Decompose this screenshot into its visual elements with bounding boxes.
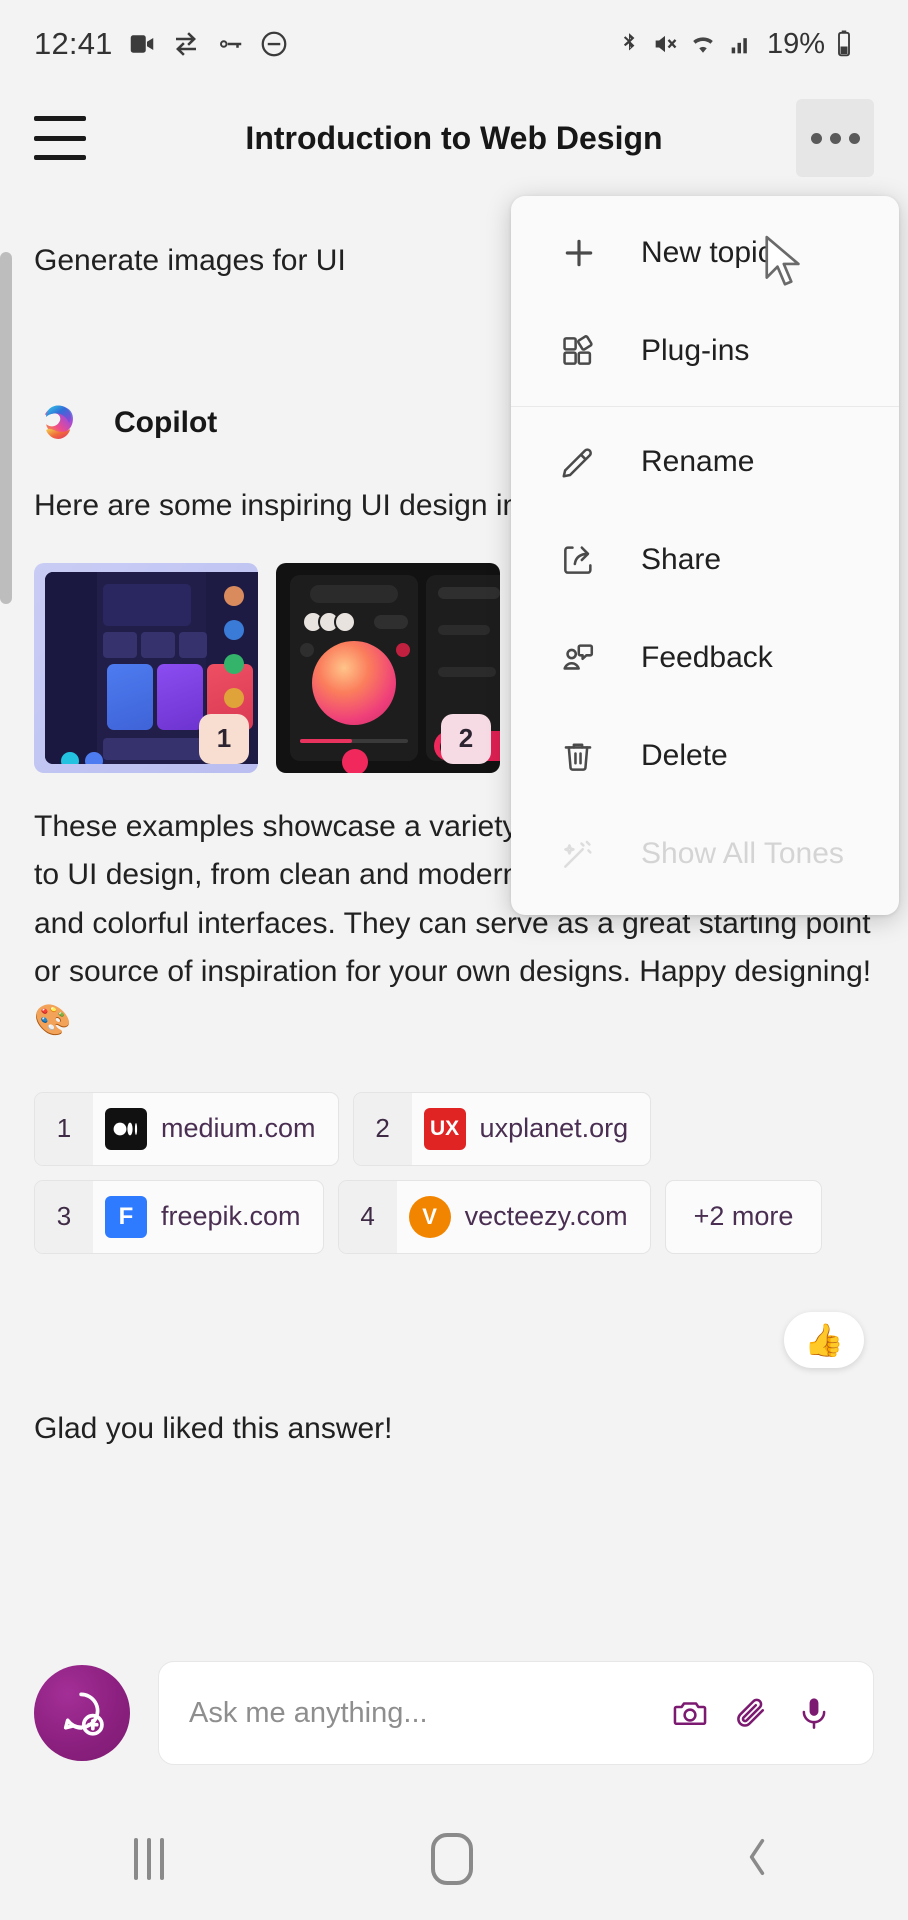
magic-wand-icon	[559, 835, 619, 873]
medium-logo-icon	[105, 1107, 147, 1150]
do-not-disturb-icon	[259, 29, 289, 59]
menu-item-show-all-tones: Show All Tones	[511, 805, 899, 903]
microphone-icon[interactable]	[783, 1694, 845, 1732]
uxplanet-logo-icon: UX	[423, 1107, 466, 1150]
menu-item-plugins[interactable]: Plug-ins	[511, 302, 899, 400]
menu-item-label: Plug-ins	[641, 334, 750, 367]
android-nav-bar	[0, 1798, 908, 1920]
trash-icon	[559, 737, 619, 775]
menu-item-share[interactable]: Share	[511, 511, 899, 609]
home-icon[interactable]	[430, 1833, 473, 1885]
reaction-row: 👍	[0, 1254, 908, 1368]
generated-image-1[interactable]: 1	[34, 562, 258, 773]
freepik-logo-icon: F	[105, 1195, 147, 1238]
pencil-icon	[559, 443, 619, 481]
citation-chip[interactable]: 1 medium.com	[34, 1091, 339, 1166]
menu-item-label: Feedback	[641, 641, 773, 674]
plus-icon	[559, 233, 619, 273]
battery-icon	[834, 29, 854, 59]
composer-bar: Ask me anything...	[0, 1628, 908, 1798]
more-options-icon[interactable]	[796, 99, 874, 177]
thumbs-up-reaction[interactable]: 👍	[784, 1311, 864, 1368]
menu-item-rename[interactable]: Rename	[511, 413, 899, 511]
citations-list: 1 medium.com 2 UX uxplanet.org 3 F freep…	[0, 1046, 908, 1254]
paperclip-icon[interactable]	[721, 1694, 783, 1732]
menu-item-label: Rename	[641, 445, 755, 478]
wifi-icon	[688, 30, 718, 58]
citation-index: 4	[338, 1180, 397, 1253]
message-input-bar[interactable]: Ask me anything...	[158, 1661, 874, 1765]
status-bar-right: 19%	[616, 28, 854, 61]
sync-icon	[171, 29, 201, 59]
share-icon	[559, 541, 619, 579]
citation-index: 1	[35, 1092, 93, 1165]
feedback-icon	[559, 639, 619, 677]
volume-muted-icon	[651, 30, 679, 58]
recents-icon[interactable]	[133, 1838, 164, 1880]
status-bar-left: 12:41	[34, 26, 289, 62]
citations-more-button[interactable]: +2 more	[664, 1179, 823, 1254]
image-badge: 1	[199, 713, 249, 764]
app-bar: Introduction to Web Design	[0, 88, 908, 188]
plugins-icon	[559, 332, 619, 370]
phone-screen: 12:41 19% Introduction to Web Design Gen…	[0, 0, 908, 1920]
generated-image-2[interactable]: 2	[276, 562, 500, 773]
menu-item-label: Show All Tones	[641, 837, 844, 870]
citation-domain: freepik.com	[161, 1201, 301, 1232]
overflow-menu: New topic Plug-ins Rename Share Feedback…	[511, 196, 899, 915]
citation-domain: uxplanet.org	[479, 1113, 629, 1144]
video-camera-icon	[127, 29, 157, 59]
citation-domain: medium.com	[161, 1113, 316, 1144]
followup-message: Glad you liked this answer!	[34, 1411, 393, 1445]
citation-index: 3	[35, 1180, 93, 1253]
citation-index: 2	[353, 1092, 412, 1165]
citation-chip[interactable]: 3 F freepik.com	[34, 1179, 324, 1254]
bluetooth-icon	[616, 30, 642, 58]
battery-percent-label: 19%	[766, 27, 825, 60]
citation-chip[interactable]: 2 UX uxplanet.org	[352, 1091, 652, 1166]
cellular-signal-icon	[727, 30, 755, 58]
image-badge: 2	[441, 713, 491, 764]
hamburger-icon[interactable]	[34, 116, 86, 160]
menu-item-label: Delete	[641, 739, 728, 772]
vpn-key-icon	[215, 29, 245, 59]
search-input[interactable]: Ask me anything...	[189, 1697, 659, 1730]
menu-item-feedback[interactable]: Feedback	[511, 609, 899, 707]
vecteezy-logo-icon: V	[408, 1195, 451, 1238]
citation-chip[interactable]: 4 V vecteezy.com	[337, 1179, 651, 1254]
status-bar: 12:41 19%	[0, 0, 908, 88]
menu-item-label: Share	[641, 543, 722, 576]
status-time: 12:41	[34, 26, 113, 61]
new-chat-icon[interactable]	[34, 1665, 130, 1761]
menu-item-new-topic[interactable]: New topic	[511, 204, 899, 302]
menu-item-delete[interactable]: Delete	[511, 707, 899, 805]
bot-name: Copilot	[114, 406, 218, 439]
citation-domain: vecteezy.com	[464, 1201, 628, 1232]
menu-item-label: New topic	[641, 236, 773, 269]
page-title: Introduction to Web Design	[245, 119, 663, 156]
menu-divider	[511, 406, 899, 407]
copilot-logo	[34, 394, 92, 452]
camera-icon[interactable]	[659, 1694, 721, 1732]
mouse-cursor	[761, 234, 807, 297]
back-icon[interactable]	[740, 1834, 774, 1885]
